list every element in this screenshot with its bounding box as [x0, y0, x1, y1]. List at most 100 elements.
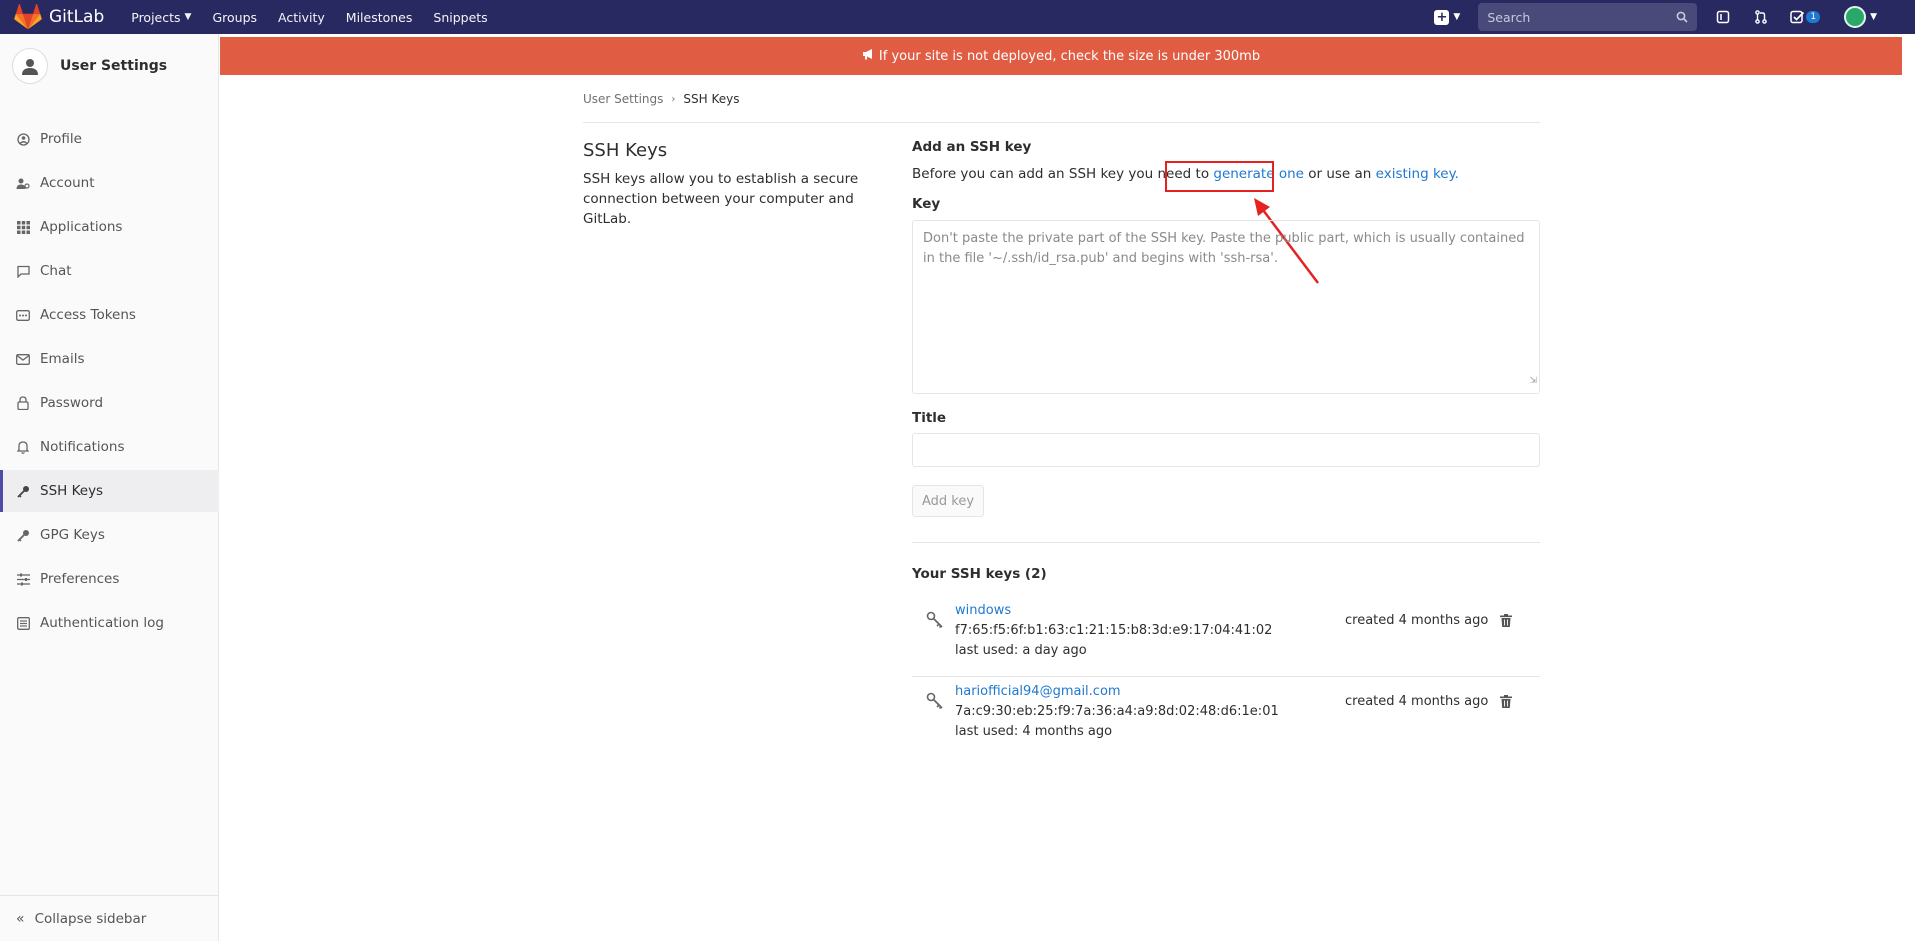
annotation-highlight-box	[1165, 161, 1274, 192]
avatar	[1844, 6, 1867, 28]
nav-snippets[interactable]: Snippets	[433, 10, 487, 25]
nav-groups-label: Groups	[212, 9, 258, 25]
issues-icon[interactable]	[1714, 9, 1731, 26]
ssh-key-row: hariofficial94@gmail.com 7a:c9:30:eb:25:…	[912, 678, 1540, 758]
nav-activity-label: Activity	[278, 9, 325, 25]
mail-icon	[16, 352, 30, 366]
bell-icon	[16, 440, 30, 454]
sidebar-item-preferences[interactable]: Preferences	[0, 558, 219, 600]
nav-projects-label: Projects	[131, 9, 181, 25]
todos-button[interactable]: 1	[1790, 10, 1821, 24]
sidebar-item-gpg-keys[interactable]: GPG Keys	[0, 514, 219, 556]
key-name-link[interactable]: windows	[955, 603, 1011, 618]
sidebar-item-label: GPG Keys	[40, 527, 105, 543]
collapse-sidebar-label: Collapse sidebar	[34, 910, 147, 927]
merge-request-icon[interactable]	[1752, 9, 1769, 26]
breadcrumb: User Settings › SSH Keys	[583, 92, 739, 106]
sidebar-item-password[interactable]: Password	[0, 382, 219, 424]
resize-handle-icon[interactable]: ⇲	[1529, 371, 1537, 391]
chevron-down-icon: ▼	[1870, 12, 1877, 22]
your-keys-heading: Your SSH keys (2)	[912, 566, 1047, 582]
ssh-key-row: windows f7:65:f5:6f:b1:63:c1:21:15:b8:3d…	[912, 597, 1540, 677]
sidebar-item-label: Chat	[40, 263, 72, 279]
lock-icon	[16, 396, 30, 410]
brand-home-link[interactable]: GitLab	[14, 4, 104, 30]
key-field-label: Key	[912, 196, 941, 212]
sidebar-item-emails[interactable]: Emails	[0, 338, 219, 380]
key-last-used: last used: 4 months ago	[955, 724, 1113, 739]
user-avatar-icon	[12, 48, 48, 84]
todo-check-icon	[1790, 10, 1805, 24]
page-description: SSH keys allow you to establish a secure…	[583, 171, 859, 227]
nav-projects[interactable]: Projects ▼	[131, 10, 191, 25]
sidebar-item-label: Password	[40, 395, 104, 411]
top-navbar: GitLab Projects ▼ Groups Activity Milest…	[0, 0, 1915, 34]
sidebar-item-profile[interactable]: Profile	[0, 118, 219, 160]
key-placeholder: Don't paste the private part of the SSH …	[923, 231, 1525, 266]
key-icon	[16, 484, 30, 498]
key-icon	[16, 528, 30, 542]
sidebar-item-label: Notifications	[40, 439, 125, 455]
nav-groups[interactable]: Groups	[212, 10, 257, 25]
title-input[interactable]	[912, 433, 1540, 467]
key-name-link[interactable]: hariofficial94@gmail.com	[955, 684, 1121, 699]
sidebar-header[interactable]: User Settings	[0, 34, 218, 98]
nav-activity[interactable]: Activity	[278, 10, 325, 25]
broadcast-banner: If your site is not deployed, check the …	[220, 37, 1902, 75]
key-textarea[interactable]: Don't paste the private part of the SSH …	[912, 220, 1540, 394]
breadcrumb-parent-link[interactable]: User Settings	[583, 92, 663, 106]
key-created: created 4 months ago	[1345, 694, 1489, 709]
sidebar-title: User Settings	[60, 58, 168, 74]
chat-icon	[16, 264, 30, 278]
key-fingerprint: f7:65:f5:6f:b1:63:c1:21:15:b8:3d:e9:17:0…	[955, 623, 1273, 638]
sidebar-item-label: SSH Keys	[40, 483, 104, 499]
sidebar-item-applications[interactable]: Applications	[0, 206, 219, 248]
sliders-icon	[16, 572, 30, 586]
sidebar-item-label: Authentication log	[40, 615, 164, 631]
sidebar-item-label: Preferences	[40, 571, 120, 587]
sidebar-item-label: Emails	[40, 351, 85, 367]
brand-name: GitLab	[49, 7, 105, 27]
add-key-heading: Add an SSH key	[912, 139, 1032, 155]
banner-text: If your site is not deployed, check the …	[878, 48, 1261, 64]
key-icon	[926, 692, 944, 714]
description-text: or use an	[1303, 166, 1376, 182]
key-icon	[926, 611, 944, 633]
sidebar-item-notifications[interactable]: Notifications	[0, 426, 219, 468]
nav-milestones-label: Milestones	[345, 9, 413, 25]
search-placeholder: Search	[1487, 9, 1531, 25]
chevron-down-icon: ▼	[184, 12, 192, 22]
trash-icon[interactable]	[1500, 695, 1512, 712]
sidebar-item-access-tokens[interactable]: Access Tokens	[0, 294, 219, 336]
breadcrumb-current[interactable]: SSH Keys	[683, 92, 739, 106]
collapse-sidebar-button[interactable]: « Collapse sidebar	[0, 895, 218, 941]
trash-icon[interactable]	[1500, 614, 1512, 631]
chevron-right-icon: ›	[671, 93, 676, 105]
user-menu-dropdown[interactable]: ▼	[1844, 6, 1877, 28]
todo-count-badge: 1	[1806, 11, 1821, 23]
sidebar-item-chat[interactable]: Chat	[0, 250, 219, 292]
search-input[interactable]: Search	[1478, 3, 1698, 31]
sidebar-item-account[interactable]: Account	[0, 162, 219, 204]
gitlab-logo-icon	[14, 4, 42, 30]
nav-milestones[interactable]: Milestones	[346, 10, 413, 25]
sidebar-item-label: Account	[40, 175, 95, 191]
account-icon	[16, 176, 30, 190]
divider	[912, 542, 1540, 543]
double-chevron-left-icon: «	[16, 910, 25, 927]
sidebar-item-ssh-keys[interactable]: SSH Keys	[0, 470, 219, 512]
add-key-button[interactable]: Add key	[912, 485, 984, 517]
applications-icon	[16, 220, 30, 234]
divider	[583, 122, 1540, 123]
sidebar-item-authentication-log[interactable]: Authentication log	[0, 602, 219, 644]
key-last-used: last used: a day ago	[955, 643, 1087, 658]
new-item-dropdown[interactable]: + ▼	[1434, 9, 1460, 25]
key-fingerprint: 7a:c9:30:eb:25:f9:7a:36:a4:a9:8d:02:48:d…	[955, 704, 1279, 719]
sidebar-item-label: Profile	[40, 131, 82, 147]
key-created: created 4 months ago	[1345, 613, 1489, 628]
nav-snippets-label: Snippets	[433, 9, 488, 25]
page-title: SSH Keys	[583, 140, 668, 161]
token-icon	[16, 308, 30, 322]
existing-key-link[interactable]: existing key.	[1376, 166, 1459, 182]
title-field-label: Title	[912, 410, 947, 426]
